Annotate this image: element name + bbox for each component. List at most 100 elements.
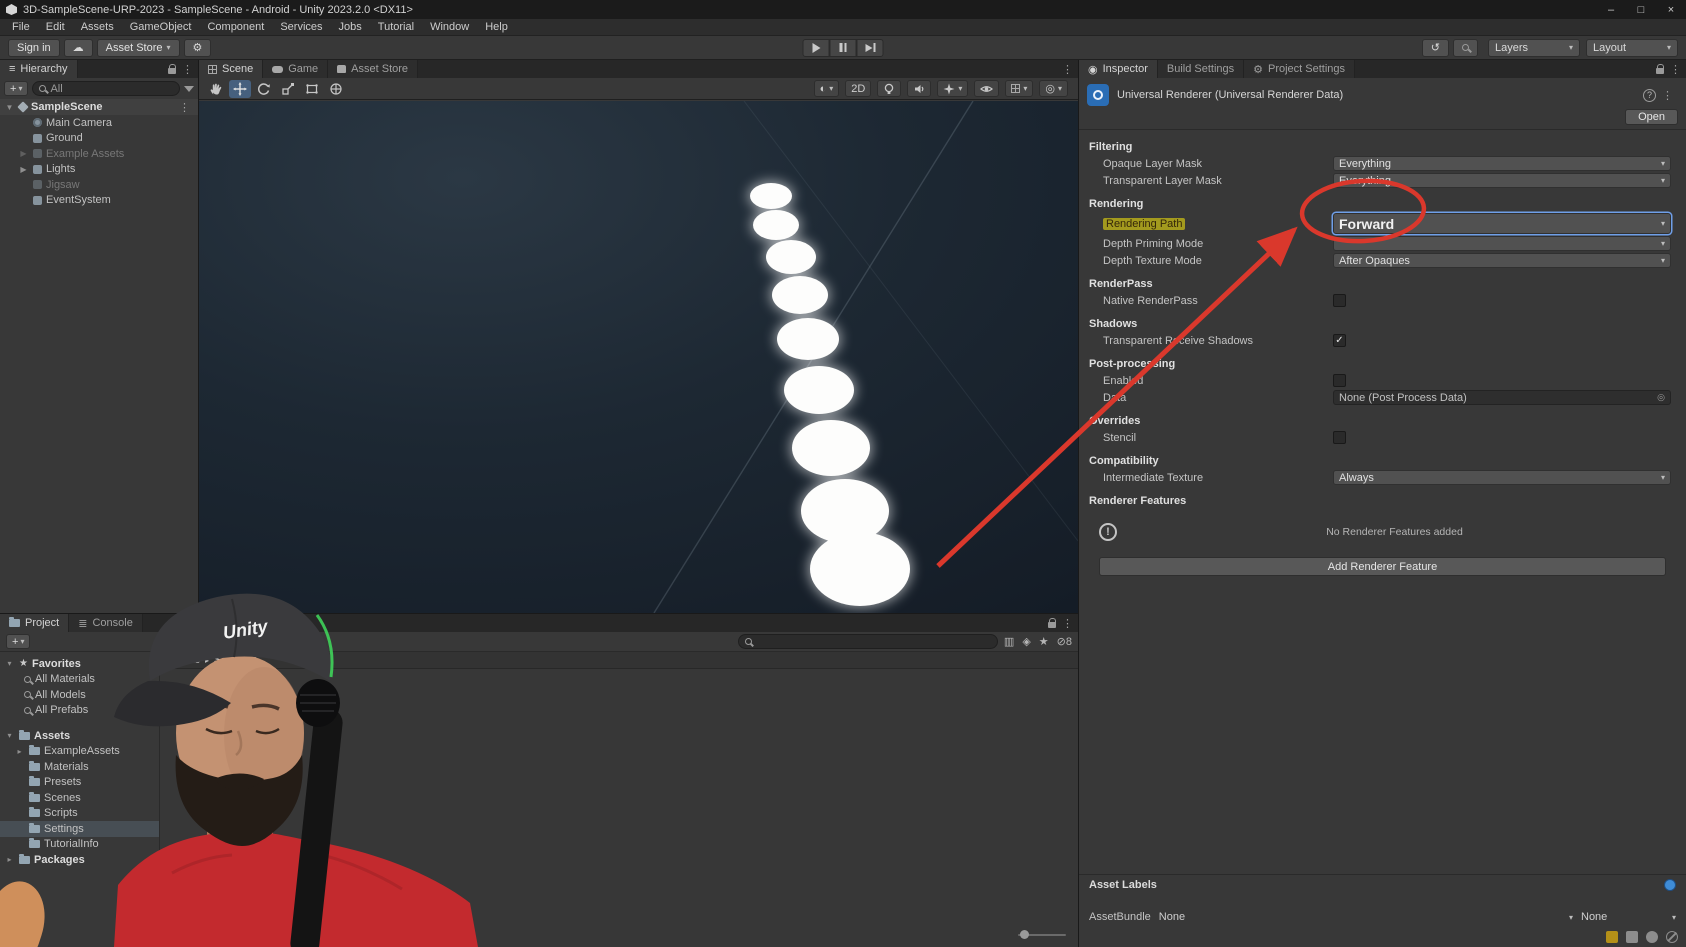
layers-dropdown[interactable]: Layers▾ — [1488, 39, 1580, 57]
global-search-button[interactable] — [1453, 39, 1478, 57]
tab-build-settings[interactable]: Build Settings — [1158, 60, 1244, 78]
hand-tool-button[interactable] — [205, 80, 227, 98]
hidden-count-icon[interactable]: ⊘8 — [1057, 635, 1072, 648]
tab-game[interactable]: Game — [263, 60, 328, 78]
lock-icon[interactable] — [168, 68, 176, 74]
hierarchy-item-jigsaw[interactable]: Jigsaw — [0, 177, 198, 193]
kebab-menu-icon[interactable]: ⋮ — [1662, 89, 1673, 102]
menu-window[interactable]: Window — [422, 21, 477, 33]
menu-file[interactable]: File — [4, 21, 38, 33]
assetbundle-variant-dropdown[interactable]: None▾ — [1581, 911, 1676, 923]
close-button[interactable]: × — [1656, 0, 1686, 19]
rendering-path-dropdown[interactable]: Forward▾ — [1333, 213, 1671, 234]
scene-visibility-button[interactable] — [974, 80, 999, 97]
tab-project[interactable]: Project — [0, 614, 69, 632]
hierarchy-item-lights[interactable]: ▶Lights — [0, 162, 198, 178]
asset-label-picker-icon[interactable] — [1664, 879, 1676, 891]
depth-texture-mode-dropdown[interactable]: After Opaques▾ — [1333, 253, 1671, 268]
grid-dropdown[interactable]: ▾ — [1005, 80, 1033, 97]
project-create-button[interactable]: +▾ — [6, 634, 30, 649]
label-tag-icon[interactable]: ◈ — [1022, 635, 1030, 648]
kebab-menu-icon[interactable]: ⋮ — [1062, 63, 1073, 76]
pause-button[interactable] — [830, 39, 857, 57]
tab-inspector[interactable]: ◉Inspector — [1079, 60, 1158, 78]
effects-dropdown[interactable]: ▾ — [937, 80, 968, 97]
tab-asset-store[interactable]: Asset Store — [328, 60, 418, 78]
bottom-bar-icon-4[interactable] — [1666, 931, 1678, 943]
bottom-bar-icon-3[interactable] — [1646, 931, 1658, 943]
tab-hierarchy[interactable]: ≡Hierarchy — [0, 60, 78, 78]
menu-gameobject[interactable]: GameObject — [122, 21, 200, 33]
kebab-menu-icon[interactable]: ⋮ — [179, 101, 194, 114]
bottom-bar-icon-2[interactable] — [1626, 931, 1638, 943]
chevron-collapsed-icon[interactable]: ▶ — [18, 165, 29, 174]
menu-tutorial[interactable]: Tutorial — [370, 21, 422, 33]
kebab-menu-icon[interactable]: ⋮ — [182, 63, 193, 76]
menu-assets[interactable]: Assets — [73, 21, 122, 33]
menu-help[interactable]: Help — [477, 21, 516, 33]
bottom-bar-icon-1[interactable] — [1606, 931, 1618, 943]
project-search-input[interactable] — [738, 634, 998, 649]
tab-scene[interactable]: Scene — [199, 60, 263, 78]
undo-history-button[interactable]: ↺ — [1422, 39, 1449, 57]
hierarchy-item-ground[interactable]: Ground — [0, 131, 198, 147]
opaque-layer-mask-dropdown[interactable]: Everything▾ — [1333, 156, 1671, 171]
package-icon[interactable]: ▥ — [1004, 635, 1014, 648]
play-button[interactable] — [803, 39, 830, 57]
maximize-button[interactable]: □ — [1626, 0, 1656, 19]
menu-jobs[interactable]: Jobs — [331, 21, 370, 33]
lock-icon[interactable] — [1656, 68, 1664, 74]
menu-component[interactable]: Component — [199, 21, 272, 33]
gizmos-dropdown[interactable]: ◎▾ — [1039, 80, 1068, 97]
add-renderer-feature-button[interactable]: Add Renderer Feature — [1099, 557, 1666, 576]
hierarchy-create-button[interactable]: +▾ — [4, 81, 28, 96]
hierarchy-search-input[interactable]: All — [32, 81, 180, 96]
move-tool-button[interactable] — [229, 80, 251, 98]
lighting-toggle-button[interactable] — [877, 80, 901, 97]
cloud-button[interactable]: ☁ — [64, 39, 93, 57]
shading-mode-dropdown[interactable]: ◐▾ — [814, 80, 840, 97]
native-renderpass-checkbox[interactable]: ✓ — [1333, 294, 1346, 307]
toggle-2d-button[interactable]: 2D — [845, 80, 871, 97]
hierarchy-scene-row[interactable]: ▼ SampleScene ⋮ — [0, 99, 198, 115]
scene-viewport[interactable] — [199, 101, 1078, 613]
open-button[interactable]: Open — [1625, 109, 1678, 125]
scale-tool-button[interactable] — [277, 80, 299, 98]
hierarchy-item-main-camera[interactable]: Main Camera — [0, 115, 198, 131]
transparent-layer-mask-dropdown[interactable]: Everything▾ — [1333, 173, 1671, 188]
hierarchy-item-eventsystem[interactable]: EventSystem — [0, 193, 198, 209]
slider-knob[interactable] — [1020, 930, 1029, 939]
menu-edit[interactable]: Edit — [38, 21, 73, 33]
intermediate-texture-dropdown[interactable]: Always▾ — [1333, 470, 1671, 485]
filter-funnel-icon[interactable] — [184, 86, 194, 92]
minimize-button[interactable]: – — [1596, 0, 1626, 19]
depth-priming-mode-dropdown[interactable]: ▾ — [1333, 236, 1671, 251]
object-picker-icon[interactable]: ◎ — [1657, 392, 1665, 403]
rotate-tool-button[interactable] — [253, 80, 275, 98]
thumbnail-zoom-slider[interactable] — [1018, 930, 1066, 940]
kebab-menu-icon[interactable]: ⋮ — [1062, 617, 1073, 630]
menu-services[interactable]: Services — [272, 21, 330, 33]
step-button[interactable] — [857, 39, 884, 57]
chevron-collapsed-icon[interactable]: ▶ — [18, 149, 29, 158]
stencil-checkbox[interactable]: ✓ — [1333, 431, 1346, 444]
postprocessing-data-field[interactable]: None (Post Process Data)◎ — [1333, 390, 1671, 405]
services-gear-button[interactable]: ⚙ — [184, 39, 212, 57]
rect-tool-button[interactable] — [301, 80, 323, 98]
audio-toggle-button[interactable] — [907, 80, 931, 97]
assetbundle-dropdown[interactable]: None▾ — [1159, 911, 1573, 923]
tab-project-settings[interactable]: ⚙Project Settings — [1244, 60, 1355, 78]
sign-in-button[interactable]: Sign in — [8, 39, 60, 57]
hierarchy-item-example-assets[interactable]: ▶Example Assets — [0, 146, 198, 162]
chevron-expanded-icon[interactable]: ▼ — [4, 103, 15, 112]
lock-icon[interactable] — [1048, 622, 1056, 628]
layout-dropdown[interactable]: Layout▾ — [1586, 39, 1678, 57]
transform-tool-button[interactable] — [325, 80, 347, 98]
help-icon[interactable]: ? — [1643, 89, 1656, 102]
kebab-menu-icon[interactable]: ⋮ — [1670, 63, 1681, 76]
transparent-receive-shadows-checkbox[interactable]: ✓ — [1333, 334, 1346, 347]
chevron-down-icon: ▾ — [1569, 913, 1573, 922]
asset-store-button[interactable]: Asset Store▾ — [97, 39, 180, 57]
favorites-star-icon[interactable]: ★ — [1039, 635, 1049, 648]
postprocessing-enabled-checkbox[interactable]: ✓ — [1333, 374, 1346, 387]
